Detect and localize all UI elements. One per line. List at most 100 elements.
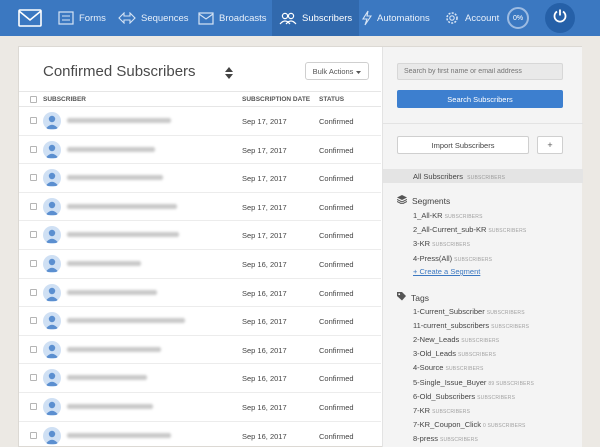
- row-checkbox[interactable]: [30, 431, 37, 439]
- power-button[interactable]: [545, 3, 575, 33]
- tag-item[interactable]: 5-Single_Issue_Buyer 89 SUBSCRIBERS: [413, 378, 534, 387]
- nav-account[interactable]: Account: [444, 0, 499, 36]
- tag-item[interactable]: 7-KR_Coupon_Click 0 SUBSCRIBERS: [413, 420, 526, 429]
- subscriber-email[interactable]: [67, 172, 187, 182]
- segment-item[interactable]: 1_All-KR SUBSCRIBERS: [413, 211, 483, 220]
- table-row[interactable]: Sep 16, 2017 Confirmed: [19, 393, 381, 422]
- tag-name: 7-KR: [413, 405, 431, 415]
- tag-item[interactable]: 6-Old_Subscribers SUBSCRIBERS: [413, 392, 515, 401]
- caret-down-icon: [356, 67, 362, 76]
- create-segment-link[interactable]: + Create a Segment: [413, 267, 480, 276]
- tag-name: 6-Old_Subscribers: [413, 391, 476, 401]
- tag-count: SUBSCRIBERS: [457, 352, 496, 359]
- subscriber-email[interactable]: [67, 315, 187, 325]
- envelope-logo-icon[interactable]: [18, 8, 42, 28]
- nav-subscribers[interactable]: Subscribers: [272, 0, 360, 36]
- avatar: [43, 254, 61, 273]
- table-row[interactable]: Sep 16, 2017 Confirmed: [19, 336, 381, 365]
- column-subscription-date[interactable]: SUBSCRIPTION DATE: [242, 96, 310, 103]
- subscriber-email[interactable]: [67, 344, 187, 354]
- subscription-date: Sep 16, 2017: [242, 345, 287, 355]
- bulk-actions-dropdown[interactable]: Bulk Actions: [305, 62, 369, 80]
- row-checkbox[interactable]: [30, 202, 37, 210]
- row-checkbox[interactable]: [30, 231, 37, 239]
- table-row[interactable]: Sep 16, 2017 Confirmed: [19, 364, 381, 393]
- row-checkbox[interactable]: [30, 145, 37, 153]
- import-subscribers-button[interactable]: Import Subscribers: [397, 136, 529, 154]
- subscriber-email[interactable]: [67, 229, 187, 239]
- subscriber-status: Confirmed: [319, 202, 354, 212]
- subscriber-email[interactable]: [67, 144, 187, 154]
- users-icon: [279, 12, 297, 25]
- subscriber-status: Confirmed: [319, 402, 354, 412]
- row-checkbox[interactable]: [30, 259, 37, 267]
- table-row[interactable]: Sep 16, 2017 Confirmed: [19, 250, 381, 279]
- subscriber-email[interactable]: [67, 258, 187, 268]
- tag-count: 0 SUBSCRIBERS: [482, 422, 526, 429]
- subscriber-email[interactable]: [67, 201, 187, 211]
- subscriber-email[interactable]: [67, 430, 187, 440]
- all-subscribers-count: SUBSCRIBERS: [467, 175, 506, 181]
- row-checkbox[interactable]: [30, 374, 37, 382]
- subscriber-status: Confirmed: [319, 317, 354, 327]
- row-checkbox[interactable]: [30, 402, 37, 410]
- tags-heading: Tags: [397, 292, 429, 303]
- tag-count: SUBSCRIBERS: [445, 366, 484, 373]
- subscription-date: Sep 16, 2017: [242, 288, 287, 298]
- avatar: [43, 312, 61, 331]
- tag-item[interactable]: 4-Source SUBSCRIBERS: [413, 363, 483, 372]
- tag-item[interactable]: 8-press SUBSCRIBERS: [413, 434, 478, 443]
- table-row[interactable]: Sep 16, 2017 Confirmed: [19, 307, 381, 336]
- subscriber-email[interactable]: [67, 401, 187, 411]
- table-row[interactable]: Sep 16, 2017 Confirmed: [19, 422, 381, 447]
- nav-sequences-label: Sequences: [141, 12, 189, 24]
- row-checkbox[interactable]: [30, 117, 37, 124]
- sort-toggle-icon[interactable]: [225, 66, 233, 79]
- nav-account-label: Account: [465, 12, 500, 24]
- all-subscribers-item[interactable]: All Subscribers SUBSCRIBERS: [383, 169, 583, 183]
- all-subscribers-label: All Subscribers: [413, 172, 464, 181]
- search-input[interactable]: [397, 63, 563, 80]
- subscriber-status: Confirmed: [319, 288, 354, 298]
- tag-item[interactable]: 1-Current_Subscriber SUBSCRIBERS: [413, 307, 525, 316]
- subscriber-email[interactable]: [67, 372, 187, 382]
- subscription-date: Sep 16, 2017: [242, 402, 287, 412]
- nav-sequences[interactable]: Sequences: [118, 0, 189, 36]
- tag-item[interactable]: 7-KR SUBSCRIBERS: [413, 406, 470, 415]
- column-subscriber: SUBSCRIBER: [43, 96, 86, 103]
- subscriber-status: Confirmed: [319, 174, 354, 184]
- search-subscribers-button[interactable]: Search Subscribers: [397, 90, 563, 108]
- nav-broadcasts[interactable]: Broadcasts: [198, 0, 267, 36]
- segment-count: SUBSCRIBERS: [432, 242, 471, 249]
- tag-count: SUBSCRIBERS: [461, 338, 500, 345]
- nav-automations[interactable]: Automations: [362, 0, 430, 36]
- table-row[interactable]: Sep 17, 2017 Confirmed: [19, 136, 381, 165]
- avatar: [43, 340, 61, 359]
- row-checkbox[interactable]: [30, 317, 37, 325]
- segment-name: 4-Press(All): [413, 253, 453, 263]
- subscription-date: Sep 17, 2017: [242, 231, 287, 241]
- forms-icon: [58, 11, 74, 25]
- row-checkbox[interactable]: [30, 288, 37, 296]
- select-all-checkbox[interactable]: [30, 96, 37, 103]
- nav-broadcasts-label: Broadcasts: [219, 12, 267, 24]
- tag-item[interactable]: 2-New_Leads SUBSCRIBERS: [413, 335, 499, 344]
- table-row[interactable]: Sep 17, 2017 Confirmed: [19, 193, 381, 222]
- nav-forms[interactable]: Forms: [58, 0, 106, 36]
- tag-item[interactable]: 3-Old_Leads SUBSCRIBERS: [413, 349, 496, 358]
- tag-name: 1-Current_Subscriber: [413, 307, 485, 316]
- segment-item[interactable]: 3-KR SUBSCRIBERS: [413, 239, 470, 248]
- table-row[interactable]: Sep 17, 2017 Confirmed: [19, 221, 381, 250]
- segment-item[interactable]: 2_All-Current_sub-KR SUBSCRIBERS: [413, 225, 526, 234]
- subscriber-email[interactable]: [67, 115, 187, 125]
- tag-item[interactable]: 11-current_subscribers SUBSCRIBERS: [413, 321, 529, 330]
- subscriber-email[interactable]: [67, 287, 187, 297]
- table-row[interactable]: Sep 17, 2017 Confirmed: [19, 164, 381, 193]
- segment-item[interactable]: 4-Press(All) SUBSCRIBERS: [413, 254, 492, 263]
- table-row[interactable]: Sep 16, 2017 Confirmed: [19, 279, 381, 308]
- avatar: [43, 283, 61, 302]
- table-row[interactable]: Sep 17, 2017 Confirmed: [19, 107, 381, 136]
- add-subscriber-button[interactable]: +: [537, 136, 563, 154]
- row-checkbox[interactable]: [30, 174, 37, 182]
- row-checkbox[interactable]: [30, 345, 37, 353]
